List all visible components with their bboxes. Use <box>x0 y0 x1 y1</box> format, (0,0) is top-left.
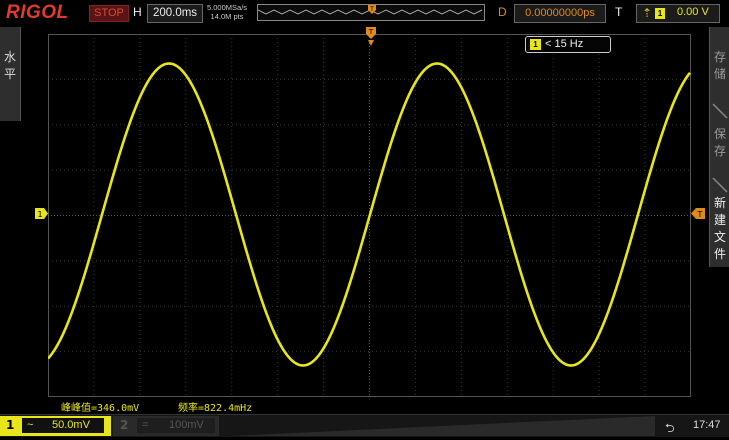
storage-menu-panel: 存储 保存 新建文件 <box>709 27 729 267</box>
channel1-settings: ~ 50.0mV <box>22 418 104 433</box>
trigger-settings[interactable]: ⇡ 1 0.00 V <box>636 4 720 23</box>
frequency-measurement: 频率=822.4mHz <box>178 403 253 414</box>
trigger-source-badge: 1 <box>655 8 665 19</box>
horizontal-menu-tab[interactable]: 水平 <box>0 27 21 121</box>
memory-trigger-marker: T <box>368 5 376 14</box>
channel-status-bar: 1 ~ 50.0mV 2 = 100mV ⮌ 17:47 <box>0 414 729 437</box>
rigol-logo: RIGOL <box>6 2 69 23</box>
channel2-scale: 100mV <box>169 419 204 431</box>
channel1-indicator[interactable]: 1 ~ 50.0mV <box>0 416 111 436</box>
svg-text:T: T <box>368 28 374 36</box>
channel1-marker-label: 1 <box>37 210 42 219</box>
bandwidth-limit-badge: 1 < 15 Hz <box>525 36 611 53</box>
dc-coupling-icon: = <box>142 419 149 431</box>
delay-value[interactable]: 0.00000000ps <box>514 4 606 23</box>
channel1-number: 1 <box>6 418 15 432</box>
horizontal-tab-label: 水平 <box>3 50 16 81</box>
horizontal-label: H <box>133 5 142 19</box>
channel2-number: 2 <box>120 418 129 432</box>
menu-separator <box>712 177 728 193</box>
svg-text:T: T <box>369 6 374 13</box>
delay-label: D <box>498 5 507 19</box>
menu-item-save[interactable]: 保存 <box>710 126 729 160</box>
channel1-icon: 1 <box>530 39 541 50</box>
channel1-ground-marker[interactable]: 1 <box>35 208 48 219</box>
rising-edge-icon: ⇡ <box>642 6 653 20</box>
memory-overview-bar[interactable]: T <box>257 4 485 21</box>
memory-depth: 14.0M pts <box>210 12 244 21</box>
trigger-level: 0.00 V <box>677 6 709 18</box>
trigger-position-marker[interactable]: T <box>365 27 377 48</box>
bandwidth-limit-text: < 15 Hz <box>545 38 584 50</box>
run-stop-status[interactable]: STOP <box>89 5 129 22</box>
channel2-settings: = 100mV <box>137 418 215 433</box>
menu-separator <box>712 103 728 119</box>
system-clock: 17:47 <box>693 419 721 431</box>
usb-icon: ⮌ <box>665 421 675 435</box>
timebase-value[interactable]: 200.0ms <box>147 4 203 23</box>
vpp-measurement: 峰峰值=346.0mV <box>61 403 140 414</box>
acquisition-info: 5.000MSa/s 14.0M pts <box>207 3 247 21</box>
trigger-label: T <box>615 5 623 19</box>
svg-text:T: T <box>697 210 703 219</box>
menu-item-storage[interactable]: 存储 <box>710 49 729 83</box>
trigger-level-marker[interactable]: T <box>691 208 705 219</box>
top-status-bar: RIGOL STOP H 200.0ms 5.000MSa/s 14.0M pt… <box>0 0 729 27</box>
menu-item-new-file[interactable]: 新建文件 <box>710 195 729 263</box>
channel2-indicator[interactable]: 2 = 100mV <box>113 416 219 436</box>
waveform-display[interactable] <box>48 34 691 397</box>
channel1-scale: 50.0mV <box>52 419 90 431</box>
sample-rate: 5.000MSa/s <box>207 3 248 12</box>
ac-coupling-icon: ~ <box>27 419 34 431</box>
status-bar-decoration <box>230 416 655 436</box>
